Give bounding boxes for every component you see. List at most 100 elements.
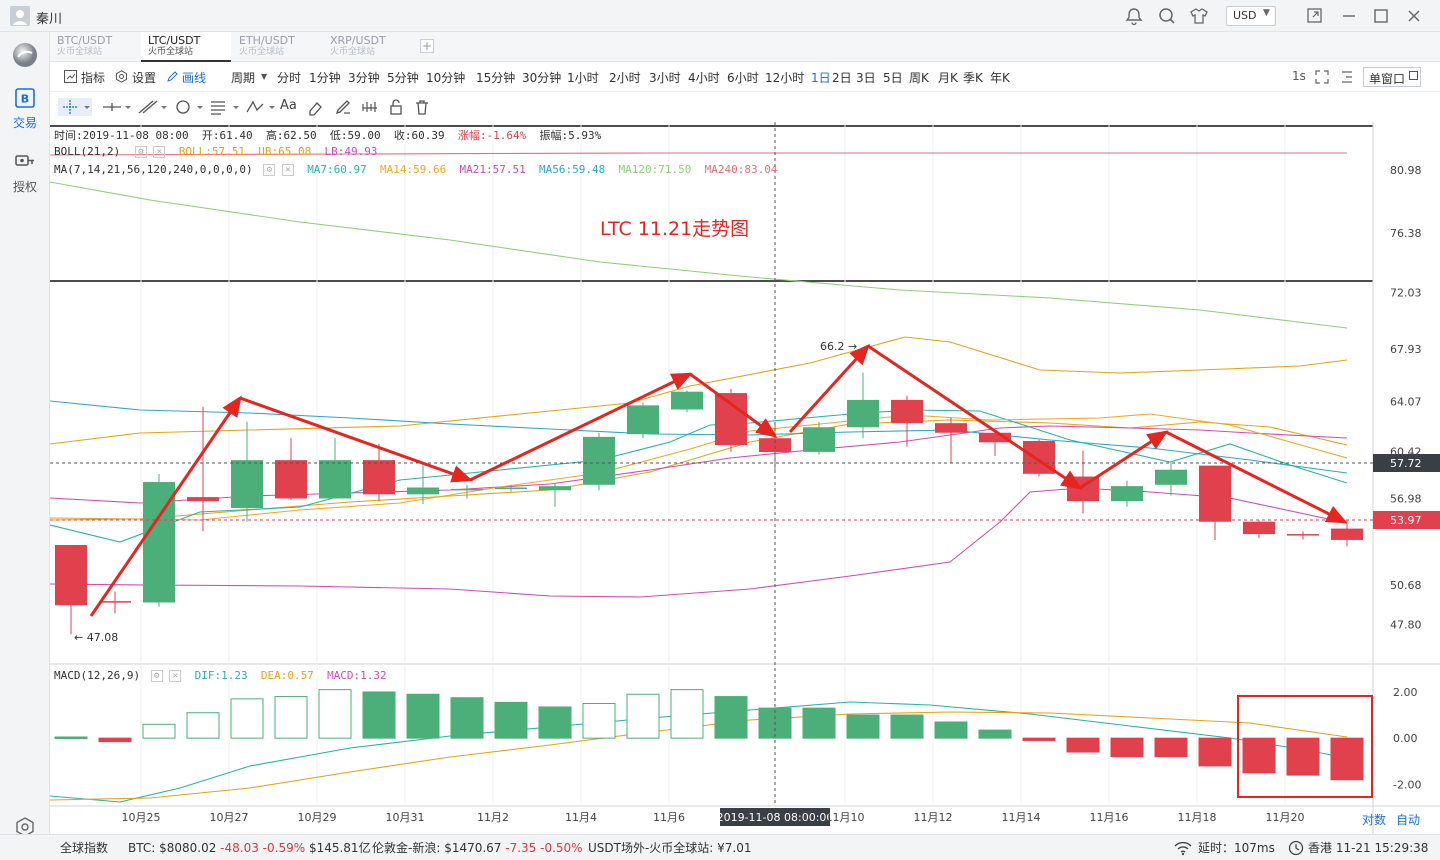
tab-xrp-usdt[interactable]: XRP/USDT 火币全球站: [323, 32, 413, 62]
price-tick-label: 56.98: [1390, 493, 1422, 506]
period-12小时[interactable]: 12小时: [765, 69, 804, 86]
left-sidebar: B 交易 授权: [0, 32, 50, 837]
currency-select[interactable]: USD ▼: [1226, 6, 1276, 26]
chevron-down-icon: ▼: [261, 72, 268, 81]
period-2小时[interactable]: 2小时: [609, 69, 641, 86]
macd-tick-label: -2.00: [1393, 778, 1421, 791]
search-icon[interactable]: [1158, 7, 1176, 25]
period-1小时[interactable]: 1小时: [567, 69, 599, 86]
period-3日[interactable]: 3日: [856, 69, 876, 86]
current-price-label: 57.72: [1390, 457, 1422, 470]
add-tab-icon[interactable]: +: [420, 39, 434, 53]
pair-tabs: BTC/USDT 火币全球站 LTC/USDT 火币全球站 ETH/USDT 火…: [50, 32, 1440, 62]
indicator-settings-icon[interactable]: ⚙: [150, 670, 163, 682]
trend-arrow: [239, 396, 473, 483]
period-5分钟[interactable]: 5分钟: [387, 69, 419, 86]
pen-icon: [166, 70, 179, 83]
fullscreen-icon[interactable]: [1315, 70, 1329, 84]
measure-tool-icon[interactable]: [361, 98, 379, 116]
minimize-icon[interactable]: [1340, 7, 1358, 25]
period-2日[interactable]: 2日: [832, 69, 852, 86]
period-季K[interactable]: 季K: [963, 69, 983, 86]
candle-body: [1111, 486, 1143, 502]
period-5日[interactable]: 5日: [883, 69, 903, 86]
sidebar-item-auth[interactable]: 授权: [0, 152, 50, 196]
ellipse-tool-icon[interactable]: [172, 98, 206, 116]
brush-tool-icon[interactable]: [334, 98, 352, 116]
bell-icon[interactable]: [1125, 7, 1143, 25]
macd-bar: [1066, 737, 1100, 753]
period-dropdown[interactable]: 周期: [231, 69, 255, 86]
candle-body: [539, 486, 571, 491]
trade-icon: B: [15, 88, 35, 108]
macd-bar: [714, 696, 748, 739]
maximize-icon[interactable]: [1372, 7, 1390, 25]
date-tick-label: 10月29: [298, 811, 337, 824]
global-index-link[interactable]: 全球指数: [60, 839, 108, 856]
period-1日[interactable]: 1日: [811, 69, 831, 86]
fibonacci-tool-icon[interactable]: [208, 98, 242, 116]
close-icon[interactable]: [1405, 7, 1423, 25]
trash-icon[interactable]: [413, 98, 431, 116]
refresh-interval[interactable]: 1s: [1292, 69, 1306, 83]
period-1分钟[interactable]: 1分钟: [309, 69, 341, 86]
draw-line-button[interactable]: 画线: [182, 69, 206, 86]
eraser-tool-icon[interactable]: [306, 98, 324, 116]
indicator-close-icon[interactable]: ✕: [153, 146, 166, 158]
period-6小时[interactable]: 6小时: [727, 69, 759, 86]
macd-bar: [1330, 737, 1364, 781]
indicator-close-icon[interactable]: ✕: [281, 164, 294, 176]
period-10分钟[interactable]: 10分钟: [426, 69, 465, 86]
macd-bar: [186, 712, 220, 739]
text-tool[interactable]: Aa: [280, 98, 297, 113]
indicator-settings-icon[interactable]: ⚙: [263, 164, 276, 176]
period-月K[interactable]: 月K: [938, 69, 958, 86]
candle-body: [583, 436, 615, 485]
latency-text: 延时：107ms: [1198, 841, 1275, 855]
svg-text:B: B: [21, 93, 29, 106]
period-分时[interactable]: 分时: [277, 69, 301, 86]
log-scale-button[interactable]: 对数: [1362, 811, 1386, 828]
tab-eth-usdt[interactable]: ETH/USDT 火币全球站: [232, 32, 322, 62]
candle-body: [1243, 521, 1275, 535]
period-3分钟[interactable]: 3分钟: [348, 69, 380, 86]
crosshair-tool-icon[interactable]: [58, 98, 92, 116]
period-30分钟[interactable]: 30分钟: [522, 69, 561, 86]
macd-bar: [934, 721, 968, 739]
period-年K[interactable]: 年K: [990, 69, 1010, 86]
sidebar-item-trade[interactable]: B 交易: [0, 88, 50, 132]
candle-body: [891, 399, 923, 424]
window-icon: [1409, 71, 1418, 80]
tab-ltc-usdt[interactable]: LTC/USDT 火币全球站: [141, 32, 231, 62]
indicator-close-icon[interactable]: ✕: [169, 670, 182, 682]
restore-window-icon[interactable]: [1306, 7, 1324, 25]
macd-bar: [1198, 737, 1232, 767]
pattern-tool-icon[interactable]: [244, 98, 278, 116]
indicator-button[interactable]: 指标: [81, 69, 105, 86]
trend-line-tool-icon[interactable]: [136, 98, 170, 116]
settings-button[interactable]: 设置: [132, 69, 156, 86]
collapse-icon[interactable]: [1340, 70, 1354, 84]
gear-icon: [115, 70, 128, 83]
candle-body: [407, 487, 439, 495]
lock-tool-icon[interactable]: [387, 98, 405, 116]
macd-bar: [670, 689, 704, 739]
candle-body: [803, 427, 835, 452]
ma120-line: [49, 181, 1348, 329]
indicator-settings-icon[interactable]: ⚙: [134, 146, 147, 158]
app-logo-icon: [12, 42, 38, 68]
period-4小时[interactable]: 4小时: [688, 69, 720, 86]
chart-area[interactable]: 2019-11-08 08:00:00 57.72 53.97 66.2 → ← 47.…: [49, 122, 1440, 834]
candle-body: [363, 460, 395, 495]
auto-scale-button[interactable]: 自动: [1396, 811, 1420, 828]
tab-btc-usdt[interactable]: BTC/USDT 火币全球站: [50, 32, 140, 62]
window-layout-select[interactable]: 单窗口: [1363, 67, 1421, 87]
date-tick-label: 11月14: [1002, 811, 1041, 824]
macd-bar: [142, 723, 176, 739]
horizontal-line-tool-icon[interactable]: [100, 98, 134, 116]
user-avatar-icon[interactable]: [10, 6, 30, 26]
period-周K[interactable]: 周K: [909, 69, 929, 86]
period-3小时[interactable]: 3小时: [649, 69, 681, 86]
shirt-icon[interactable]: [1190, 7, 1208, 25]
period-15分钟[interactable]: 15分钟: [476, 69, 515, 86]
